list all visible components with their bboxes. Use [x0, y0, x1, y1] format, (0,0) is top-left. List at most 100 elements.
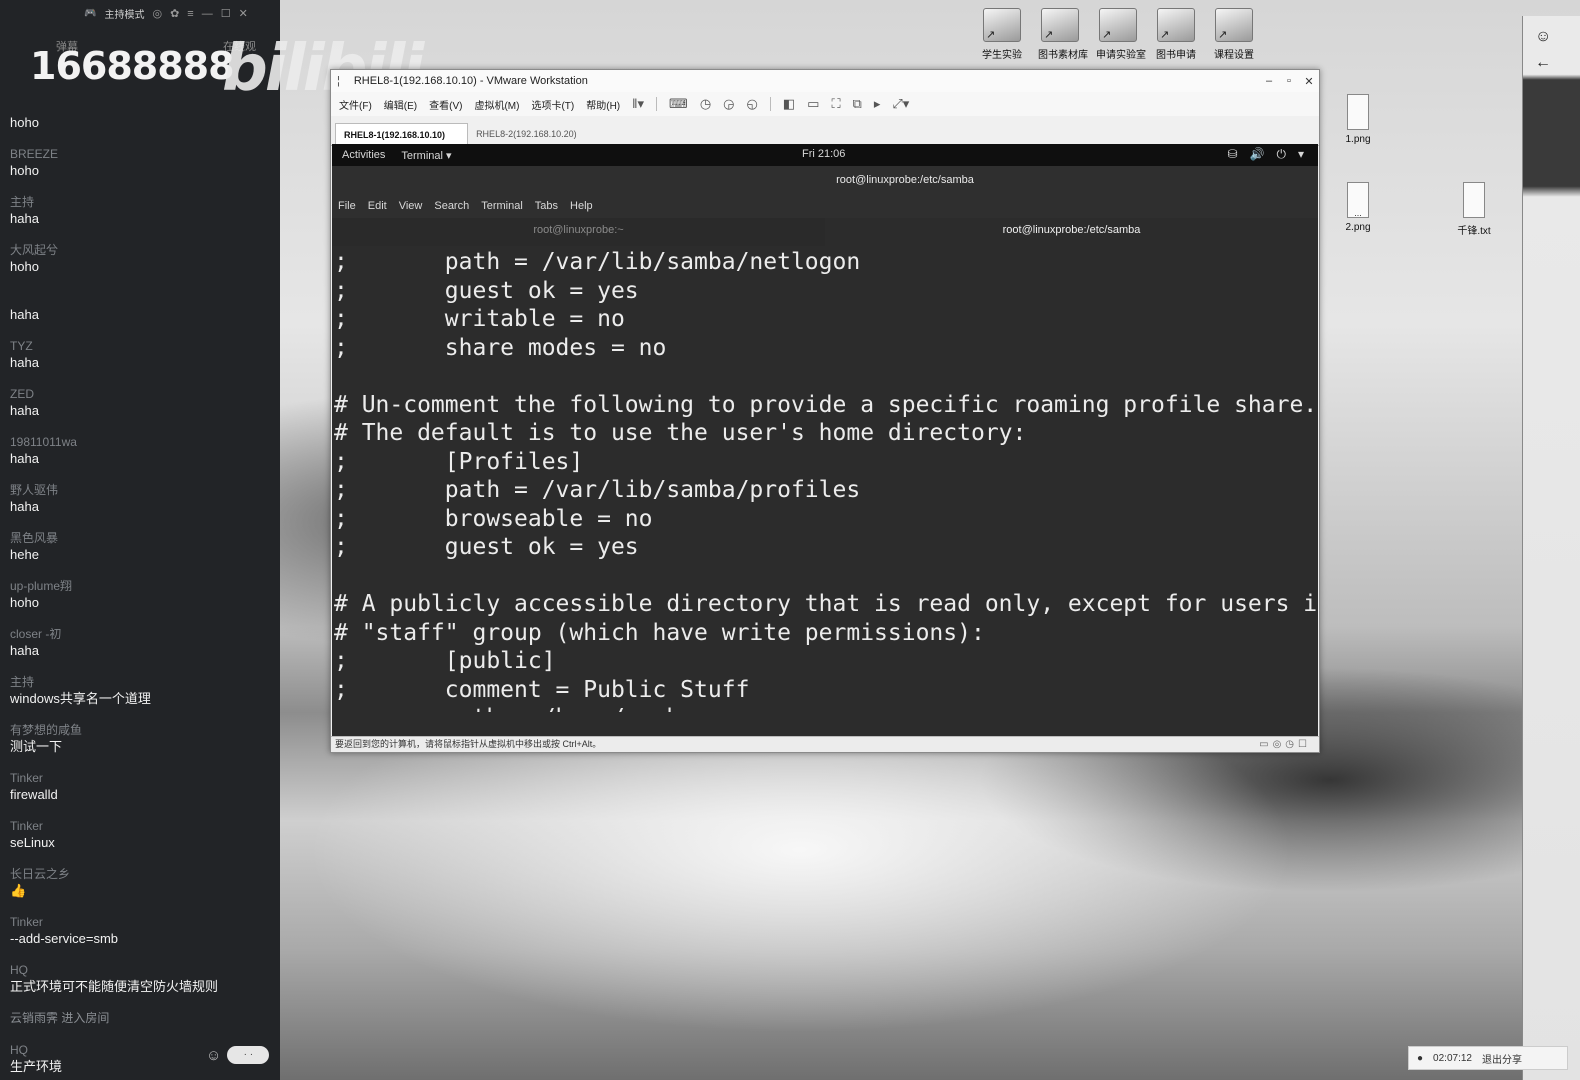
device-status-icons[interactable]: ▭◎◷☐ [1259, 737, 1311, 752]
chat-text: haha [10, 499, 39, 514]
terminal-menu-file[interactable]: File [338, 200, 356, 212]
activities-button[interactable]: Activities [342, 149, 385, 161]
terminal-menu-tabs[interactable]: Tabs [535, 200, 558, 212]
maximize-icon[interactable]: ☐ [221, 7, 231, 20]
minimize-icon[interactable]: – [1259, 75, 1279, 87]
vm-tab-rhel8-2[interactable]: RHEL8-2(192.168.10.20) [468, 123, 599, 145]
recording-dot-icon: ● [1417, 1052, 1424, 1064]
close-icon[interactable]: ✕ [1299, 75, 1319, 88]
snapshot-manager-icon[interactable]: ◵ [747, 96, 758, 112]
chat-message: up-plume翔 hoho [10, 578, 275, 611]
desktop-file[interactable]: 千锋.txt [1444, 182, 1504, 237]
close-icon[interactable]: ✕ [239, 7, 248, 20]
console-icon[interactable]: ▸ [874, 96, 881, 112]
right-side-panel: ☺ ← [1522, 16, 1580, 1080]
vm-tab-rhel8-1[interactable]: RHEL8-1(192.168.10.10) [335, 123, 469, 145]
chat-username[interactable] [10, 98, 275, 114]
desktop-shortcut[interactable]: 图书申请 [1154, 8, 1198, 61]
menu-view[interactable]: 查看(V) [429, 97, 462, 112]
shortcut-icon [1099, 8, 1137, 42]
terminal-line: ; [public] [334, 648, 556, 674]
chat-username[interactable]: up-plume翔 [10, 578, 275, 594]
stretch-icon[interactable]: ⤢▾ [892, 96, 909, 112]
menu-edit[interactable]: 编辑(E) [384, 97, 417, 112]
clock[interactable]: Fri 21:06 [802, 148, 845, 160]
terminal-menu-edit[interactable]: Edit [368, 200, 387, 212]
menu-help[interactable]: 帮助(H) [586, 97, 620, 112]
chat-username[interactable]: Tinker [10, 770, 275, 786]
system-tray[interactable]: ⛁ 🔊 ⏻ ▾ [1227, 147, 1304, 162]
chat-username[interactable]: 主持 [10, 194, 275, 210]
chat-username[interactable]: 大风起兮 [10, 242, 275, 258]
menu-tabs[interactable]: 选项卡(T) [531, 97, 574, 112]
desktop-shortcut[interactable]: 学生实验 [980, 8, 1024, 61]
vmware-logo-icon: ¦ [337, 75, 340, 87]
chat-text: 正式环境可不能随便清空防火墙规则 [10, 979, 219, 994]
chat-username[interactable]: 主持 [10, 674, 275, 690]
terminal-app-menu[interactable]: Terminal ▾ [401, 149, 451, 162]
chat-username[interactable]: 野人驱伟 [10, 482, 275, 498]
chat-username[interactable]: ZED [10, 386, 275, 402]
menu-vm[interactable]: 虚拟机(M) [474, 97, 519, 112]
chat-username[interactable]: Tinker [10, 818, 275, 834]
desktop-shortcut[interactable]: 课程设置 [1212, 8, 1256, 61]
terminal-tab-home[interactable]: root@linuxprobe:~ [332, 218, 825, 246]
guest-screen[interactable]: Activities Terminal ▾ Fri 21:06 ⛁ 🔊 ⏻ ▾ … [332, 144, 1318, 736]
terminal-line: ; path = /var/lib/samba/profiles [334, 477, 861, 503]
system-notice: 云销雨霁 进入房间 [10, 1010, 275, 1027]
unity-icon[interactable]: ⧉ [853, 96, 862, 112]
chat-username[interactable] [10, 290, 275, 306]
chat-username[interactable]: 黑色风暴 [10, 530, 275, 546]
chat-username[interactable]: Tinker [10, 914, 275, 930]
desktop-file[interactable]: 1.png [1328, 94, 1388, 145]
chat-username[interactable]: BREEZE [10, 146, 275, 162]
revert-snapshot-icon[interactable]: ◶ [723, 96, 734, 112]
chat-message: hoho [10, 98, 275, 131]
tabs-view-icon[interactable]: ▭ [807, 96, 819, 112]
terminal-output[interactable]: ; path = /var/lib/samba/netlogon; guest … [332, 246, 1318, 712]
chat-username[interactable]: 19811011wa [10, 434, 275, 450]
chat-text: firewalld [10, 787, 58, 802]
chat-footer: ☺ · · [206, 1046, 270, 1064]
terminal-menu-view[interactable]: View [399, 200, 423, 212]
chat-username[interactable]: closer -初 [10, 626, 275, 642]
send-keys-icon[interactable]: ⌨ [669, 96, 688, 112]
volume-icon: 🔊 [1249, 147, 1265, 161]
desktop-shortcut[interactable]: 申请实验室 [1096, 8, 1146, 61]
terminal-menu-help[interactable]: Help [570, 200, 593, 212]
chat-text: hoho [10, 259, 39, 274]
terminal-tab-samba[interactable]: root@linuxprobe:/etc/samba [825, 218, 1318, 246]
chat-message: 大风起兮 hoho [10, 242, 275, 275]
chat-username[interactable]: 长日云之乡 [10, 866, 275, 882]
skin-icon[interactable]: ✿ [170, 7, 179, 20]
settings-icon[interactable]: ◎ [152, 7, 162, 20]
snapshot-icon[interactable]: ◷ [700, 96, 711, 112]
send-button[interactable]: · · [227, 1046, 270, 1064]
menu-icon[interactable]: ≡ [187, 8, 193, 20]
chat-username[interactable]: TYZ [10, 338, 275, 354]
terminal-menu-terminal[interactable]: Terminal [481, 200, 523, 212]
chat-text: hoho [10, 163, 39, 178]
chat-username[interactable]: HQ [10, 962, 275, 978]
desktop-file[interactable]: ... 2.png [1328, 182, 1388, 233]
chat-message: ZED haha [10, 386, 275, 419]
terminal-line: ; path = /home/samba [334, 704, 1318, 712]
fullscreen-icon[interactable]: ⛶ [831, 96, 840, 112]
chat-header: 🎮 主持模式 ◎ ✿ ≡ — ☐ ✕ [84, 6, 248, 22]
back-arrow-icon[interactable]: ← [1535, 54, 1551, 72]
chat-username[interactable]: 有梦想的咸鱼 [10, 722, 275, 738]
desktop-shortcut[interactable]: 图书素材库 [1038, 8, 1088, 61]
maximize-icon[interactable]: ▫ [1279, 75, 1299, 87]
pause-icon[interactable]: ‖▾ [632, 96, 644, 112]
user-icon[interactable]: ☺ [1535, 28, 1551, 46]
emoji-icon[interactable]: ☺ [206, 1047, 221, 1064]
terminal-menu-search[interactable]: Search [434, 200, 469, 212]
chat-text: windows共享名一个道理 [10, 691, 151, 706]
chat-message: Tinker seLinux [10, 818, 275, 851]
minimize-icon[interactable]: — [202, 8, 213, 20]
chat-text: 云销雨霁 进入房间 [10, 1011, 110, 1025]
sidebar-icon[interactable]: ◧ [783, 96, 795, 112]
exit-share-button[interactable]: 退出分享 [1482, 1051, 1522, 1066]
terminal-line: ; writable = no [334, 306, 625, 332]
menu-file[interactable]: 文件(F) [339, 97, 372, 112]
